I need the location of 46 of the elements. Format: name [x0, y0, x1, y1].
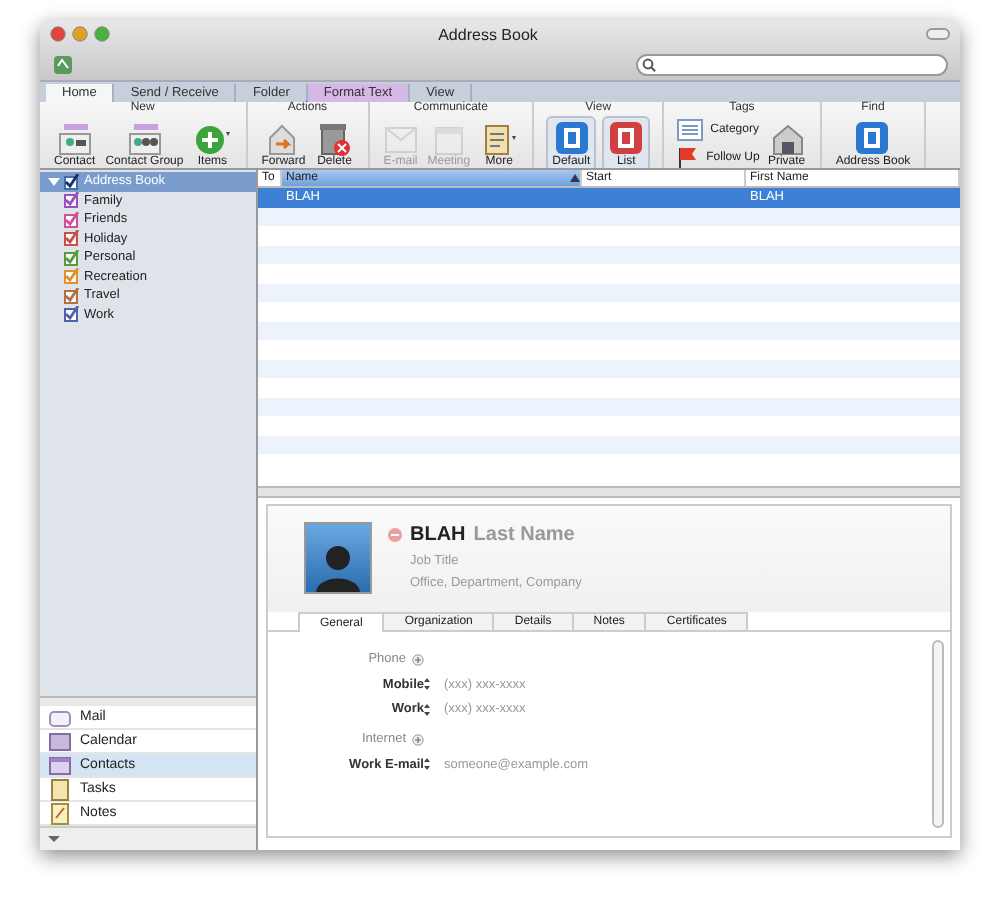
plus-icon [193, 122, 232, 156]
person-silhouette-icon [314, 540, 362, 592]
sort-arrow-icon [570, 174, 580, 182]
stepper-arrows-icon[interactable] [424, 756, 430, 773]
contact-card-icon [55, 122, 94, 156]
mail-icon [48, 705, 72, 729]
default-view-icon [553, 120, 590, 156]
checkbox[interactable] [64, 287, 80, 304]
house-icon [767, 122, 806, 156]
address-book-icon [854, 120, 891, 156]
scrollbar[interactable] [932, 640, 944, 828]
app-icon [52, 53, 74, 75]
clipboard-icon [480, 122, 519, 156]
list-icon [676, 118, 705, 142]
search-icon [642, 57, 656, 71]
trash-can-icon [315, 122, 354, 156]
window-title: Address Book [436, 25, 540, 43]
checkbox[interactable] [64, 211, 80, 228]
flag-icon [676, 146, 701, 170]
checkbox[interactable] [64, 268, 80, 285]
checkbox[interactable] [64, 192, 80, 209]
zoom-icon[interactable] [94, 26, 110, 42]
dropdown-arrow-icon [48, 834, 60, 844]
status-circle-icon [388, 528, 402, 542]
checkbox[interactable] [64, 306, 80, 323]
checkbox[interactable] [64, 230, 80, 247]
first-name[interactable]: BLAH [410, 524, 466, 546]
stepper-arrows-icon[interactable] [424, 676, 430, 693]
disclosure-triangle-icon[interactable] [48, 175, 60, 188]
toolbar-toggle-icon[interactable] [926, 28, 950, 40]
search-field[interactable] [636, 53, 948, 75]
minimize-icon[interactable] [72, 26, 88, 42]
checkbox[interactable] [64, 249, 80, 266]
close-icon[interactable] [50, 26, 66, 42]
checkbox[interactable] [64, 173, 80, 190]
contact-group-icon [125, 122, 164, 156]
contacts-icon [48, 753, 72, 777]
pencil-note-icon [48, 801, 72, 825]
list-view-icon [608, 120, 645, 156]
calendar-icon [48, 729, 72, 753]
envelope-icon [383, 124, 418, 156]
add-icon[interactable] [412, 733, 424, 745]
stepper-arrows-icon[interactable] [424, 701, 430, 718]
add-icon[interactable] [412, 653, 424, 665]
calendar-icon [429, 122, 468, 156]
notepad-icon [48, 777, 72, 801]
